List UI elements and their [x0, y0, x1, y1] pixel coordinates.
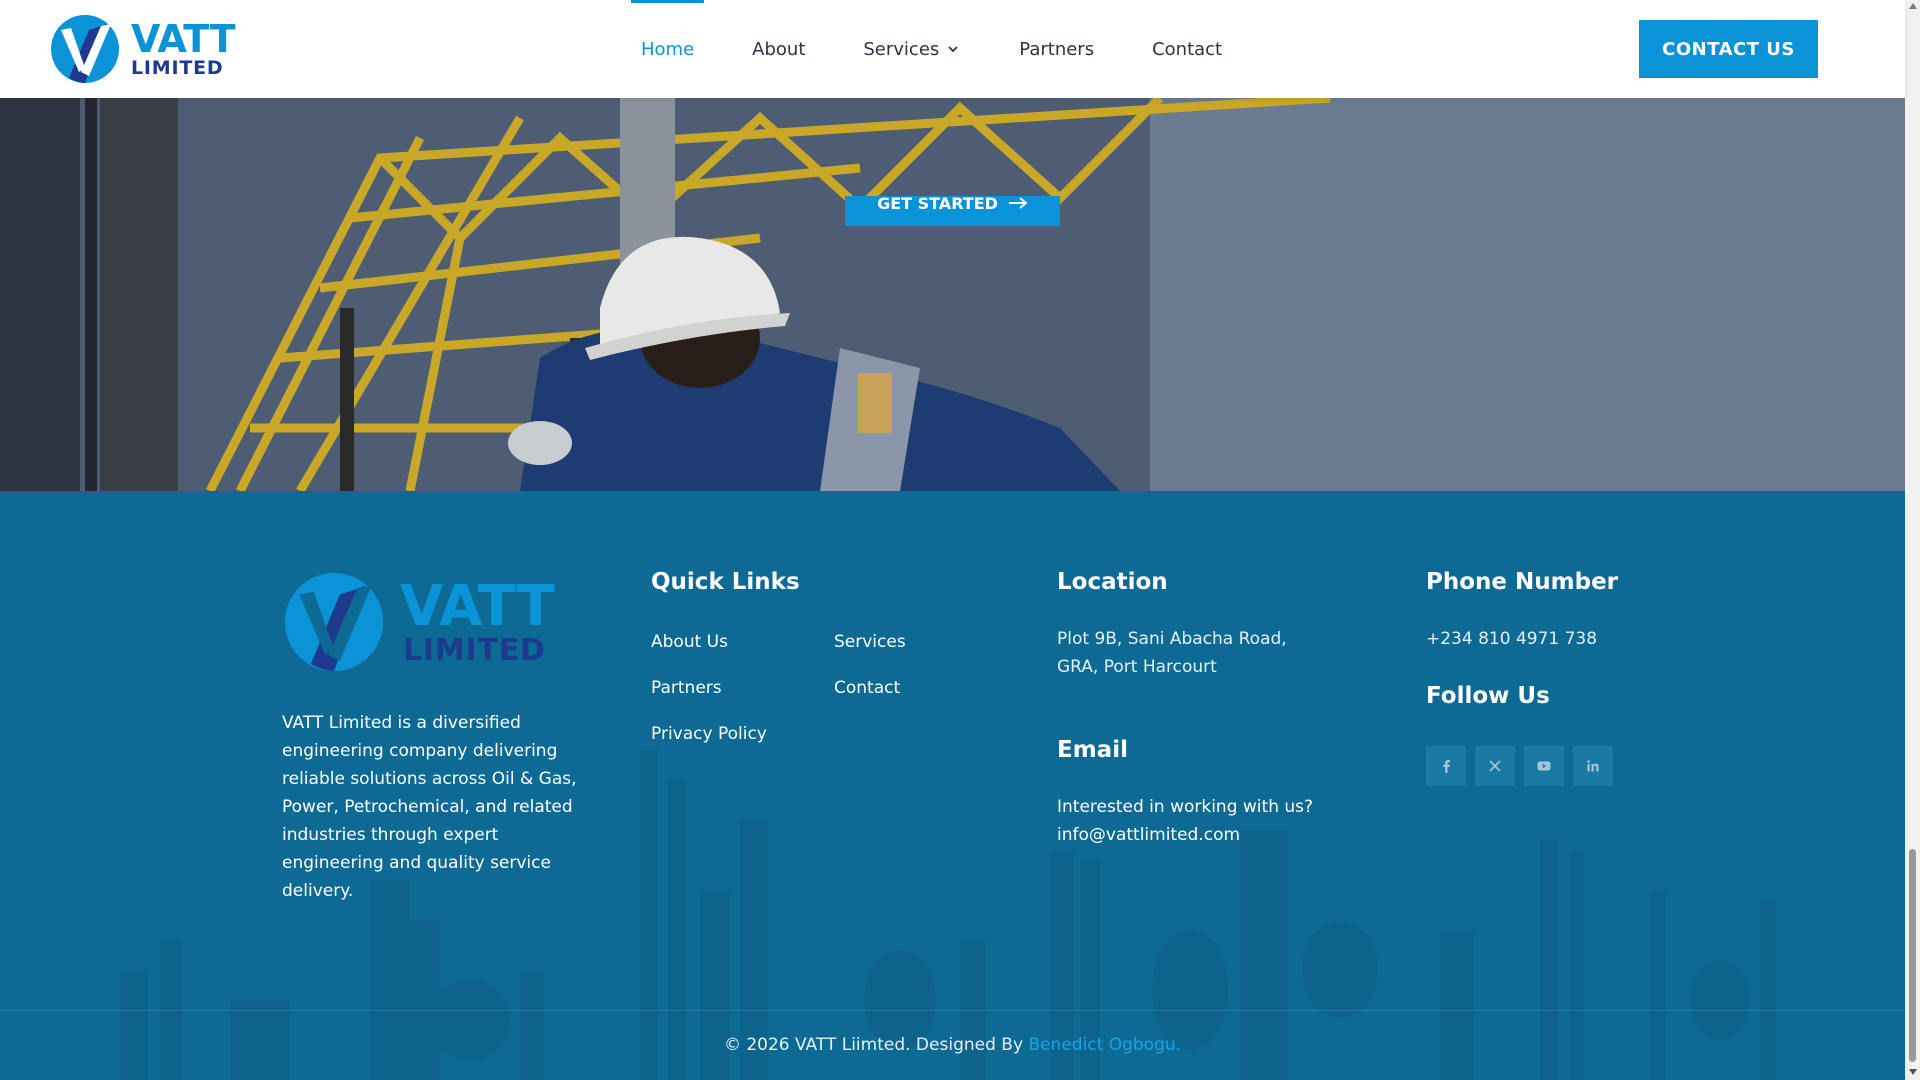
- youtube-icon: [1537, 761, 1551, 771]
- footer-logo-wordmark: VATT LIMITED: [400, 573, 555, 668]
- social-x[interactable]: [1475, 746, 1515, 786]
- linkedin-icon: [1587, 760, 1599, 772]
- footer-link-contact[interactable]: Contact: [834, 678, 900, 698]
- logo-wordmark: VATT LIMITED: [131, 17, 236, 79]
- footer-link-services[interactable]: Services: [834, 632, 906, 652]
- email-heading: Email: [1057, 737, 1128, 763]
- nav-about-label: About: [752, 38, 806, 60]
- vatt-logo-icon: [284, 572, 384, 672]
- nav-partners-label: Partners: [1019, 38, 1095, 60]
- get-started-label: GET STARTED: [877, 196, 998, 213]
- footer-logo-name: VATT: [400, 573, 555, 639]
- contact-us-button[interactable]: CONTACT US: [1639, 20, 1818, 78]
- scrollbar-thumb[interactable]: [1909, 849, 1916, 1062]
- email-prompt: Interested in working with us?: [1057, 797, 1314, 817]
- social-links: [1426, 746, 1622, 786]
- main-nav: Home About Services Partners Contact: [631, 0, 1270, 98]
- address-line-2: GRA, Port Harcourt: [1057, 657, 1217, 677]
- facebook-icon: [1443, 760, 1450, 773]
- designer-link[interactable]: Benedict Ogbogu.: [1028, 1035, 1181, 1055]
- x-icon: [1489, 760, 1501, 772]
- phone-number[interactable]: +234 810 4971 738: [1426, 625, 1597, 653]
- hero-section: GET STARTED: [0, 98, 1905, 491]
- site-header: VATT LIMITED Home About Services Partner…: [0, 0, 1905, 98]
- footer-link-partners[interactable]: Partners: [651, 678, 722, 698]
- logo-name: VATT: [131, 17, 236, 61]
- page-scrollbar[interactable]: [1905, 0, 1920, 1080]
- nav-services-label: Services: [863, 38, 940, 60]
- social-facebook[interactable]: [1426, 746, 1466, 786]
- nav-home-label: Home: [641, 38, 695, 60]
- copyright-text: © 2026 VATT Liimted. Designed By: [723, 1035, 1024, 1055]
- nav-contact-label: Contact: [1152, 38, 1223, 60]
- copyright-bar: © 2026 VATT Liimted. Designed By Benedic…: [0, 1035, 1905, 1055]
- footer-divider: [0, 1010, 1905, 1011]
- vatt-logo-icon: [51, 15, 119, 83]
- arrow-right-icon: [1008, 197, 1028, 209]
- nav-partners[interactable]: Partners: [1009, 0, 1104, 98]
- footer-logo-suffix: LIMITED: [403, 632, 546, 668]
- scroll-up-arrow[interactable]: [1909, 3, 1917, 9]
- logo-suffix: LIMITED: [131, 57, 224, 79]
- quick-links-heading: Quick Links: [651, 569, 800, 595]
- location-heading: Location: [1057, 569, 1168, 595]
- footer-link-about-us[interactable]: About Us: [651, 632, 728, 652]
- nav-services[interactable]: Services: [853, 0, 971, 98]
- phone-heading: Phone Number: [1426, 569, 1619, 595]
- nav-about[interactable]: About: [742, 0, 815, 98]
- nav-contact[interactable]: Contact: [1142, 0, 1232, 98]
- footer-logo[interactable]: VATT LIMITED: [282, 571, 555, 673]
- site-footer: VATT LIMITED VATT Limited is a diversifi…: [0, 491, 1905, 1080]
- hero-illustration: [0, 98, 1905, 491]
- address-line-1: Plot 9B, Sani Abacha Road,: [1057, 629, 1287, 649]
- email-address-link[interactable]: info@vattlimited.com: [1057, 825, 1240, 845]
- nav-home[interactable]: Home: [631, 0, 705, 98]
- get-started-button[interactable]: GET STARTED: [845, 196, 1060, 226]
- chevron-down-icon: [948, 46, 958, 53]
- header-logo[interactable]: VATT LIMITED: [49, 14, 236, 84]
- follow-us-heading: Follow Us: [1426, 683, 1550, 709]
- footer-link-privacy-policy[interactable]: Privacy Policy: [651, 724, 767, 744]
- scroll-down-arrow[interactable]: [1909, 1069, 1917, 1075]
- social-youtube[interactable]: [1524, 746, 1564, 786]
- social-linkedin[interactable]: [1573, 746, 1613, 786]
- company-description: VATT Limited is a diversified engineerin…: [282, 713, 577, 901]
